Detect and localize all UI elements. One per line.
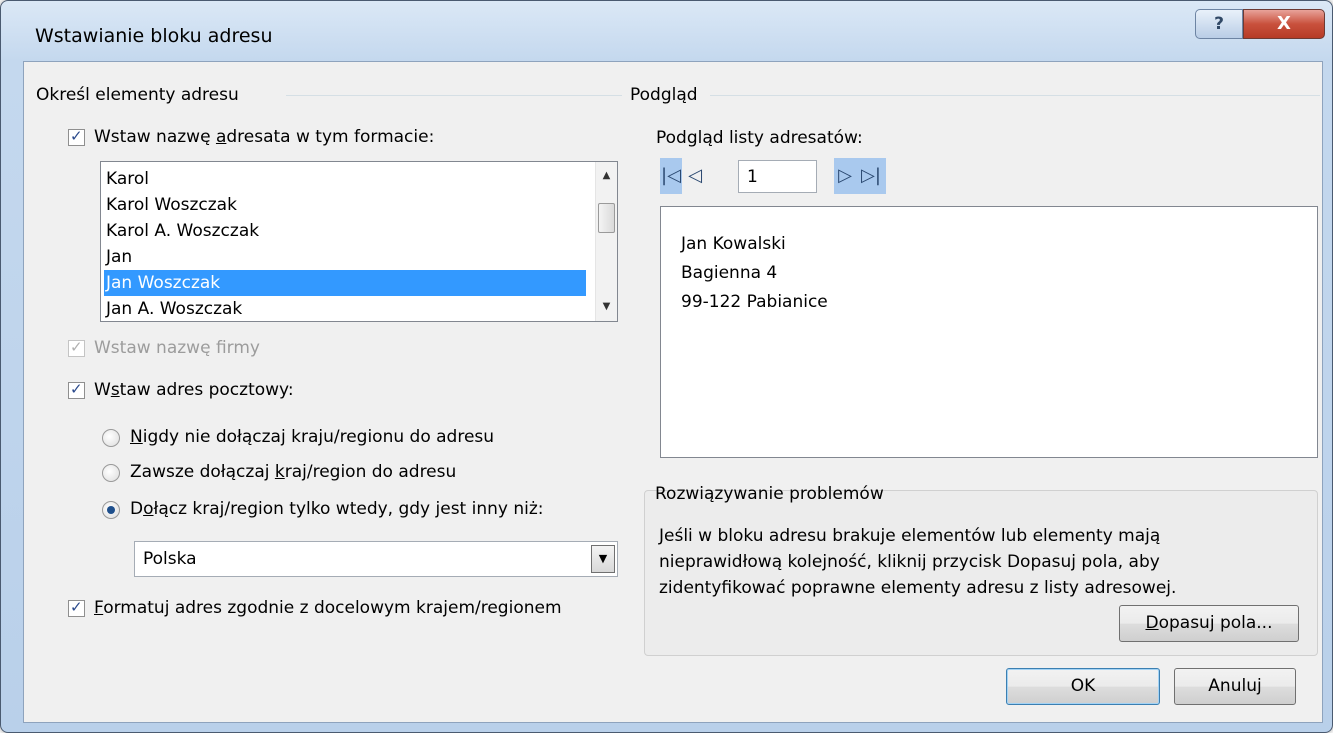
troubleshooting-text: Jeśli w bloku adresu brakuje elementów l…: [659, 526, 1177, 598]
always-include-country-label[interactable]: Zawsze dołączaj kraj/region do adresu: [130, 462, 456, 482]
group-divider: [710, 95, 1320, 96]
list-item[interactable]: Karol A. Woszczak: [104, 218, 586, 244]
never-include-country-label[interactable]: Nigdy nie dołączaj kraju/regionu do adre…: [130, 427, 494, 447]
check-icon: ✓: [70, 127, 83, 145]
group-divider: [286, 95, 622, 96]
check-icon: ✓: [70, 598, 83, 616]
last-record-icon[interactable]: ▷|: [856, 158, 886, 194]
title-bar[interactable]: Wstawianie bloku adresu ? X: [1, 1, 1332, 61]
insert-recipient-name-label[interactable]: Wstaw nazwę adresata w tym formacie:: [94, 127, 434, 147]
name-format-listbox[interactable]: Karol Karol Woszczak Karol A. Woszczak J…: [100, 161, 618, 322]
scroll-down-icon[interactable]: ▼: [596, 297, 617, 317]
ok-button[interactable]: OK: [1006, 668, 1160, 705]
dialog-window: Wstawianie bloku adresu ? X Określ eleme…: [0, 0, 1333, 733]
preview-line: 99-122 Pabianice: [681, 292, 828, 312]
check-icon: ✓: [70, 338, 83, 356]
always-include-country-radio[interactable]: [102, 464, 120, 482]
insert-company-name-checkbox: ✓: [68, 338, 85, 357]
match-fields-button[interactable]: Dopasuj pola...: [1119, 605, 1299, 642]
preview-line: Jan Kowalski: [681, 234, 786, 254]
address-elements-group-label: Określ elementy adresu: [36, 85, 239, 105]
preview-line: Bagienna 4: [681, 263, 778, 283]
format-address-by-country-checkbox[interactable]: ✓: [68, 598, 85, 617]
list-item[interactable]: Karol Woszczak: [104, 192, 586, 218]
recipient-list-preview-label: Podgląd listy adresatów:: [656, 128, 863, 148]
insert-postal-address-checkbox[interactable]: ✓: [68, 380, 85, 399]
previous-record-icon[interactable]: ◁: [684, 158, 706, 194]
insert-postal-address-label[interactable]: Wstaw adres pocztowy:: [94, 380, 294, 400]
help-button[interactable]: ?: [1195, 9, 1243, 39]
troubleshooting-label: Rozwiązywanie problemów: [655, 484, 884, 504]
help-icon: ?: [1214, 14, 1224, 34]
insert-company-name-label: Wstaw nazwę firmy: [94, 338, 260, 358]
list-item[interactable]: Jan A. Woszczak: [104, 296, 586, 321]
format-address-by-country-label[interactable]: Formatuj adres zgodnie z docelowym kraje…: [94, 598, 562, 618]
chevron-down-icon[interactable]: ▼: [591, 545, 615, 573]
preview-group-label: Podgląd: [630, 85, 698, 105]
list-item[interactable]: Karol: [104, 166, 586, 192]
include-country-if-different-radio[interactable]: [102, 501, 120, 519]
next-record-icon[interactable]: ▷: [834, 158, 856, 194]
list-item-selected[interactable]: Jan Woszczak: [104, 270, 586, 296]
list-item[interactable]: Jan: [104, 244, 586, 270]
country-select-value: Polska: [143, 549, 197, 569]
cancel-button[interactable]: Anuluj: [1174, 668, 1296, 705]
close-icon: X: [1277, 13, 1291, 34]
insert-recipient-name-checkbox[interactable]: ✓: [68, 127, 85, 146]
include-country-if-different-label[interactable]: Dołącz kraj/region tylko wtedy, gdy jest…: [130, 499, 544, 519]
scroll-up-icon[interactable]: ▲: [596, 166, 617, 186]
address-preview-box: Jan Kowalski Bagienna 4 99-122 Pabianice: [660, 206, 1318, 458]
first-record-icon[interactable]: |◁: [660, 158, 682, 194]
dialog-title: Wstawianie bloku adresu: [35, 25, 273, 47]
vertical-scrollbar[interactable]: ▲ ▼: [595, 162, 617, 321]
troubleshooting-panel: Rozwiązywanie problemów Jeśli w bloku ad…: [644, 484, 1318, 656]
check-icon: ✓: [70, 380, 83, 398]
never-include-country-radio[interactable]: [102, 429, 120, 447]
record-number-input[interactable]: 1: [738, 160, 817, 193]
radio-selected-dot: [107, 506, 115, 514]
country-select[interactable]: Polska ▼: [134, 541, 618, 577]
scroll-thumb[interactable]: [598, 203, 615, 233]
dialog-client-area: Określ elementy adresu ✓ Wstaw nazwę adr…: [23, 61, 1323, 723]
close-button[interactable]: X: [1243, 9, 1325, 39]
